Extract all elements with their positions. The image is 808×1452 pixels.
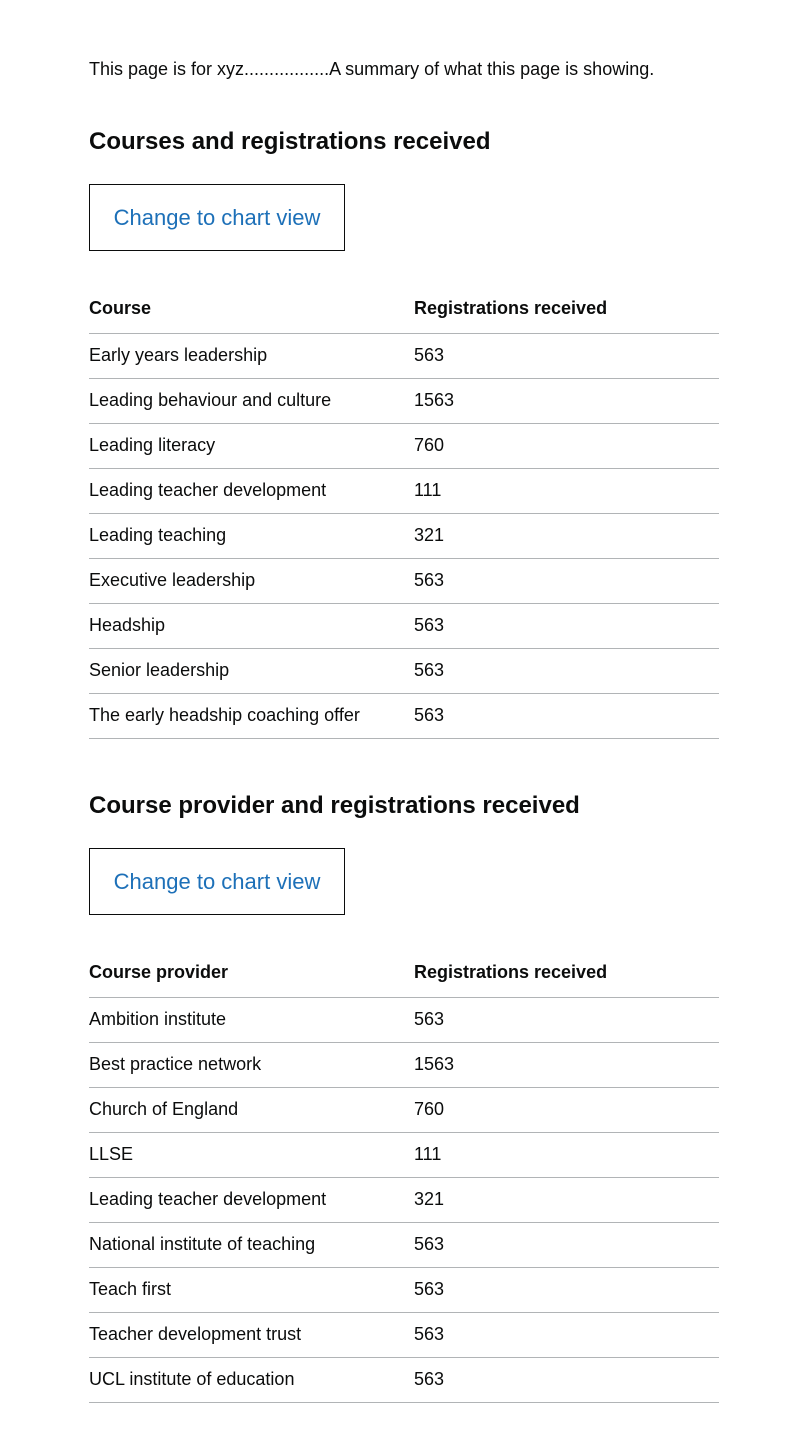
course-name: Leading literacy bbox=[89, 423, 414, 469]
registrations-count: 321 bbox=[414, 1177, 719, 1223]
provider-name: LLSE bbox=[89, 1132, 414, 1178]
section-heading-courses: Courses and registrations received bbox=[89, 128, 491, 155]
table-row: Senior leadership 563 bbox=[89, 648, 719, 694]
provider-name: Best practice network bbox=[89, 1042, 414, 1088]
table-row: The early headship coaching offer 563 bbox=[89, 693, 719, 739]
table-row: LLSE 111 bbox=[89, 1132, 719, 1178]
course-name: Senior leadership bbox=[89, 648, 414, 694]
table-row: Ambition institute 563 bbox=[89, 997, 719, 1043]
registrations-count: 111 bbox=[414, 468, 719, 514]
registrations-count: 760 bbox=[414, 1087, 719, 1133]
registrations-count: 563 bbox=[414, 693, 719, 739]
change-to-chart-view-button-courses[interactable]: Change to chart view bbox=[89, 184, 345, 251]
table-row: Teach first 563 bbox=[89, 1267, 719, 1313]
registrations-count: 563 bbox=[414, 1267, 719, 1313]
course-providers-table: Course provider Registrations received A… bbox=[89, 949, 719, 1403]
section-heading-course-provider: Course provider and registrations receiv… bbox=[89, 792, 580, 819]
change-to-chart-view-button-providers[interactable]: Change to chart view bbox=[89, 848, 345, 915]
table-row: UCL institute of education 563 bbox=[89, 1357, 719, 1403]
table-row: Teacher development trust 563 bbox=[89, 1312, 719, 1358]
course-name: Early years leadership bbox=[89, 333, 414, 379]
registrations-count: 563 bbox=[414, 1222, 719, 1268]
table-row: National institute of teaching 563 bbox=[89, 1222, 719, 1268]
column-header: Course provider bbox=[89, 949, 414, 998]
registrations-count: 563 bbox=[414, 997, 719, 1043]
registrations-count: 563 bbox=[414, 333, 719, 379]
registrations-count: 563 bbox=[414, 648, 719, 694]
course-name: Leading behaviour and culture bbox=[89, 378, 414, 424]
registrations-count: 1563 bbox=[414, 1042, 719, 1088]
page-summary: This page is for xyz.................A s… bbox=[89, 59, 655, 79]
table-row: Leading literacy 760 bbox=[89, 423, 719, 469]
column-header: Registrations received bbox=[414, 285, 719, 334]
registrations-count: 563 bbox=[414, 1312, 719, 1358]
provider-name: National institute of teaching bbox=[89, 1222, 414, 1268]
table-row: Church of England 760 bbox=[89, 1087, 719, 1133]
provider-name: UCL institute of education bbox=[89, 1357, 414, 1403]
table-row: Leading teacher development 111 bbox=[89, 468, 719, 514]
provider-name: Teach first bbox=[89, 1267, 414, 1313]
registrations-count: 321 bbox=[414, 513, 719, 559]
column-header: Registrations received bbox=[414, 949, 719, 998]
course-name: Leading teacher development bbox=[89, 468, 414, 514]
provider-name: Leading teacher development bbox=[89, 1177, 414, 1223]
provider-name: Ambition institute bbox=[89, 997, 414, 1043]
table-row: Best practice network 1563 bbox=[89, 1042, 719, 1088]
provider-name: Teacher development trust bbox=[89, 1312, 414, 1358]
table-header-row: Course provider Registrations received bbox=[89, 949, 719, 998]
table-header-row: Course Registrations received bbox=[89, 285, 719, 334]
table-row: Leading teacher development 321 bbox=[89, 1177, 719, 1223]
courses-table: Course Registrations received Early year… bbox=[89, 285, 719, 739]
provider-name: Church of England bbox=[89, 1087, 414, 1133]
course-name: Executive leadership bbox=[89, 558, 414, 604]
table-row: Leading teaching 321 bbox=[89, 513, 719, 559]
course-name: Headship bbox=[89, 603, 414, 649]
registrations-count: 760 bbox=[414, 423, 719, 469]
registrations-count: 563 bbox=[414, 1357, 719, 1403]
table-row: Headship 563 bbox=[89, 603, 719, 649]
registrations-count: 563 bbox=[414, 603, 719, 649]
registrations-count: 563 bbox=[414, 558, 719, 604]
registrations-count: 1563 bbox=[414, 378, 719, 424]
column-header: Course bbox=[89, 285, 414, 334]
course-name: Leading teaching bbox=[89, 513, 414, 559]
registrations-count: 111 bbox=[414, 1132, 719, 1178]
course-name: The early headship coaching offer bbox=[89, 693, 414, 739]
table-row: Leading behaviour and culture 1563 bbox=[89, 378, 719, 424]
table-row: Early years leadership 563 bbox=[89, 333, 719, 379]
table-row: Executive leadership 563 bbox=[89, 558, 719, 604]
